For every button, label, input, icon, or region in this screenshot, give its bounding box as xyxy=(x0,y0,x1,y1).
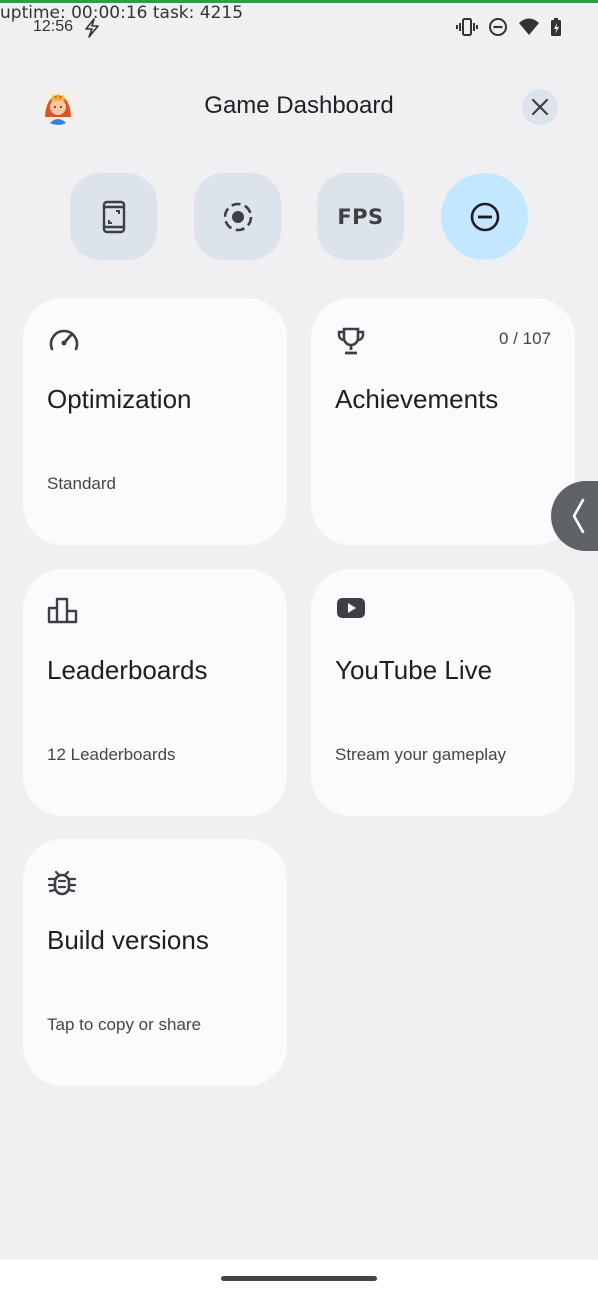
phone-screenshot-icon xyxy=(102,200,125,233)
bug-icon xyxy=(47,870,77,896)
tile-subtitle: Tap to copy or share xyxy=(47,1015,202,1034)
optimization-tile[interactable]: Optimization Standard xyxy=(23,298,287,545)
tile-subtitle: 12 Leaderboards xyxy=(47,745,176,764)
chevron-left-icon xyxy=(572,498,585,534)
fps-button[interactable]: FPS xyxy=(317,173,404,260)
record-button[interactable] xyxy=(194,173,281,260)
tile-title: YouTube Live xyxy=(335,655,493,685)
tile-subtitle: Standard xyxy=(47,474,116,493)
youtube-live-tile[interactable]: YouTube Live Stream your gameplay xyxy=(311,569,575,816)
tile-title: Build versions xyxy=(47,925,209,955)
page-title: Game Dashboard xyxy=(204,92,394,119)
fps-label: FPS xyxy=(337,204,384,229)
battery-icon xyxy=(551,18,561,36)
record-icon xyxy=(223,202,252,231)
dashboard-header: Game Dashboard xyxy=(0,85,598,129)
close-button[interactable] xyxy=(522,89,558,125)
navigation-bar xyxy=(0,1260,598,1296)
wifi-icon xyxy=(519,18,539,35)
tile-subtitle: Stream your gameplay xyxy=(335,745,507,764)
speedometer-icon xyxy=(49,329,79,351)
vibrate-icon xyxy=(456,18,478,36)
screenshot-button[interactable] xyxy=(70,173,157,260)
do-not-disturb-icon xyxy=(470,202,499,231)
achievements-tile[interactable]: 0 / 107 Achievements xyxy=(311,298,575,545)
trophy-icon xyxy=(337,327,365,355)
build-versions-tile[interactable]: Build versions Tap to copy or share xyxy=(23,839,287,1086)
youtube-icon xyxy=(337,598,365,618)
do-not-disturb-button[interactable] xyxy=(441,173,528,260)
home-gesture-pill[interactable] xyxy=(221,1276,377,1281)
close-icon xyxy=(531,98,549,116)
tile-title: Achievements xyxy=(335,384,499,414)
achievements-count: 0 / 107 xyxy=(499,329,551,348)
debug-overlay: uptime: 00:00:16 task: 4215 xyxy=(0,3,244,23)
quick-settings-row: FPS xyxy=(0,173,598,260)
tile-title: Optimization xyxy=(47,384,192,414)
leaderboard-icon xyxy=(47,597,78,624)
tile-title: Leaderboards xyxy=(47,655,208,685)
dnd-status-icon xyxy=(489,18,507,36)
leaderboards-tile[interactable]: Leaderboards 12 Leaderboards xyxy=(23,569,287,816)
status-icons xyxy=(456,17,562,37)
